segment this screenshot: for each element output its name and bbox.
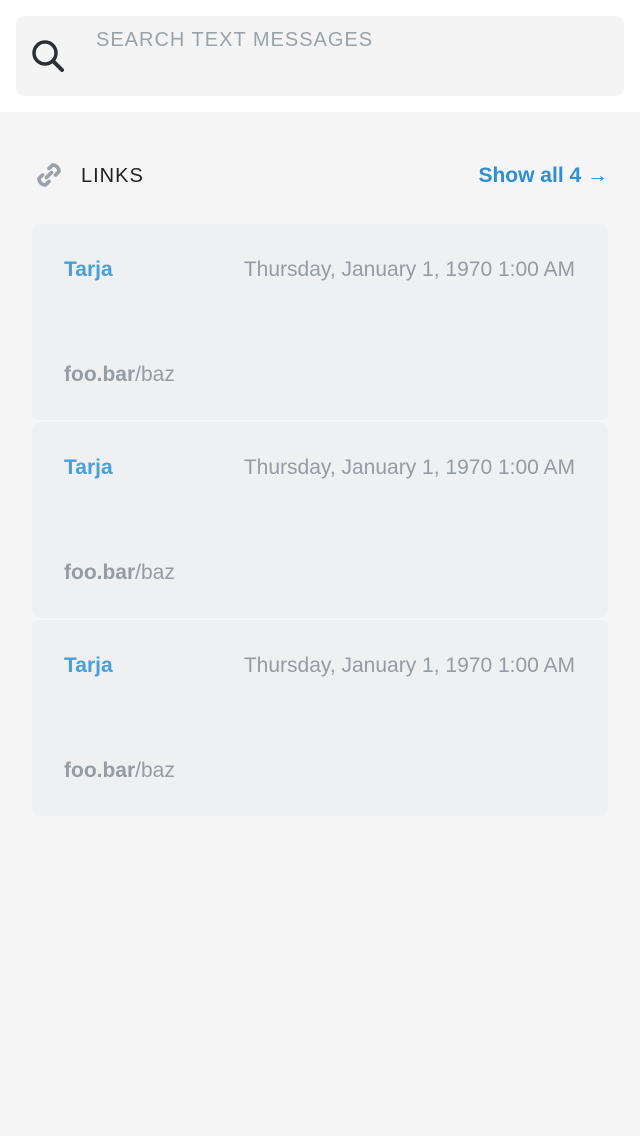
link-list: Tarja Thursday, January 1, 1970 1:00 AM … — [32, 224, 608, 818]
link-path: /baz — [135, 363, 175, 386]
search-input[interactable] — [96, 24, 596, 56]
link-icon — [32, 158, 66, 192]
link-card[interactable]: Tarja Thursday, January 1, 1970 1:00 AM … — [32, 620, 608, 816]
link-domain: foo.bar — [64, 363, 136, 386]
show-all-link[interactable]: Show all 4 → — [478, 164, 608, 188]
links-section-header: LINKS Show all 4 → — [32, 156, 608, 196]
search-icon[interactable] — [30, 38, 66, 74]
link-path: /baz — [135, 561, 175, 584]
link-card[interactable]: Tarja Thursday, January 1, 1970 1:00 AM … — [32, 422, 608, 618]
link-domain: foo.bar — [64, 759, 136, 782]
link-url: foo.bar/baz — [64, 561, 175, 585]
link-date: Thursday, January 1, 1970 1:00 AM — [243, 258, 575, 281]
link-card[interactable]: Tarja Thursday, January 1, 1970 1:00 AM … — [32, 224, 608, 420]
link-url: foo.bar/baz — [64, 363, 175, 387]
link-date: Thursday, January 1, 1970 1:00 AM — [243, 654, 575, 677]
link-path: /baz — [135, 759, 175, 782]
link-sender: Tarja — [64, 456, 113, 479]
link-url: foo.bar/baz — [64, 759, 175, 783]
link-domain: foo.bar — [64, 561, 136, 584]
section-title: LINKS — [81, 165, 144, 187]
search-header — [0, 0, 640, 112]
link-date: Thursday, January 1, 1970 1:00 AM — [243, 456, 575, 479]
link-sender: Tarja — [64, 258, 113, 281]
link-sender: Tarja — [64, 654, 113, 677]
